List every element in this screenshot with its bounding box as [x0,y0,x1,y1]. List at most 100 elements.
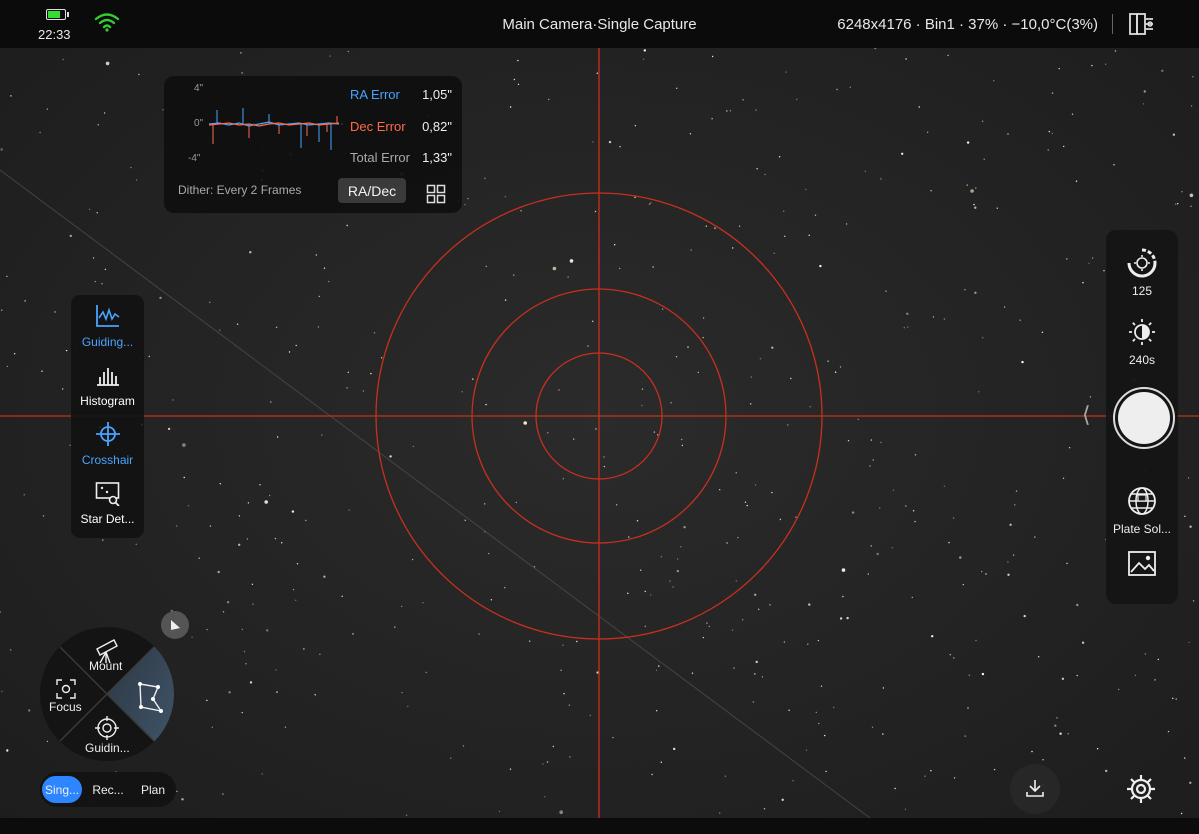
crosshair-icon [96,422,120,446]
star [1062,477,1065,479]
star [706,622,708,624]
shutter-button[interactable] [1113,387,1175,449]
star [513,274,515,276]
exposure-control[interactable]: 240s [1106,317,1178,369]
gallery-icon[interactable] [1127,550,1157,578]
star [737,536,739,539]
tool-star-detect[interactable]: Star Det... [71,472,144,530]
plate-solve-button[interactable]: Plate Sol... [1106,486,1178,538]
wheel-focus-label[interactable]: Focus [49,700,82,714]
star [569,756,571,758]
star [425,671,427,674]
star [1051,132,1053,135]
star [750,376,752,378]
star [10,649,12,651]
star [1007,133,1009,135]
star [640,569,642,571]
guiding-panel[interactable]: 4" 0" -4" RA Error 1,05" Dec Error 0,82"… [164,76,462,213]
panel-collapse-chevron-icon[interactable]: ⟨ [1082,402,1091,428]
star [735,472,737,474]
star [138,73,140,76]
tool-star-detect-label: Star Det... [80,512,135,526]
star [187,505,190,507]
star [1048,130,1051,133]
star [1089,396,1092,398]
wheel-guiding-label[interactable]: Guidin... [85,741,130,755]
star [592,141,594,143]
star [464,519,466,521]
star [1091,257,1094,259]
star [697,371,699,374]
star [249,251,252,254]
star [291,510,295,513]
star [88,208,91,211]
wifi-icon[interactable] [94,12,120,32]
star [520,210,522,212]
grid-view-icon[interactable] [426,184,446,204]
star [562,478,564,480]
star [14,353,16,355]
wheel-mount-label[interactable]: Mount [89,659,122,673]
star [691,672,694,674]
star [903,327,905,329]
layout-toggle-icon[interactable] [1128,11,1156,37]
ra-dec-toggle-button[interactable]: RA/Dec [338,178,406,203]
star [211,726,213,728]
star [966,184,968,186]
star [1190,205,1192,207]
star [1118,688,1120,691]
settings-gear-icon[interactable] [1124,772,1158,806]
star [1091,64,1093,67]
dither-setting[interactable]: Dither: Every 2 Frames [178,183,301,197]
tool-histogram[interactable]: Histogram [71,354,144,412]
star [912,510,915,512]
star [1003,306,1006,308]
star [264,500,269,504]
star [790,377,792,380]
star [274,537,277,540]
star [159,296,162,300]
star [42,515,45,517]
star [46,108,48,110]
star [191,636,193,638]
star [644,625,646,627]
star [906,312,909,315]
star [587,345,589,347]
star [608,140,612,144]
star [1023,614,1026,618]
star [236,323,239,325]
star [1104,63,1107,65]
star [784,235,786,237]
star [634,196,636,199]
tool-crosshair[interactable]: Crosshair [71,413,144,471]
star [924,775,926,777]
star [559,810,563,814]
star [104,268,107,271]
star [217,570,220,574]
star [996,207,998,209]
star [982,337,984,339]
tool-guiding[interactable]: Guiding... [71,295,144,353]
star [1066,258,1068,260]
star [303,648,305,650]
star [962,583,964,586]
exposure-value: 240s [1128,353,1156,367]
status-time: 22:33 [38,27,71,42]
mode-record[interactable]: Rec... [86,776,130,803]
star [959,556,962,559]
star [795,516,797,518]
star [839,366,842,368]
star [318,295,320,298]
star [259,484,261,486]
mode-single[interactable]: Sing... [42,776,82,803]
star [702,317,705,319]
download-button[interactable] [1010,764,1060,814]
star [101,283,103,285]
mode-plan[interactable]: Plan [134,776,172,803]
star [228,691,231,694]
gain-control[interactable]: 125 [1106,248,1178,300]
star [870,545,872,547]
star [183,476,185,479]
star [1177,203,1179,205]
star [820,685,823,687]
